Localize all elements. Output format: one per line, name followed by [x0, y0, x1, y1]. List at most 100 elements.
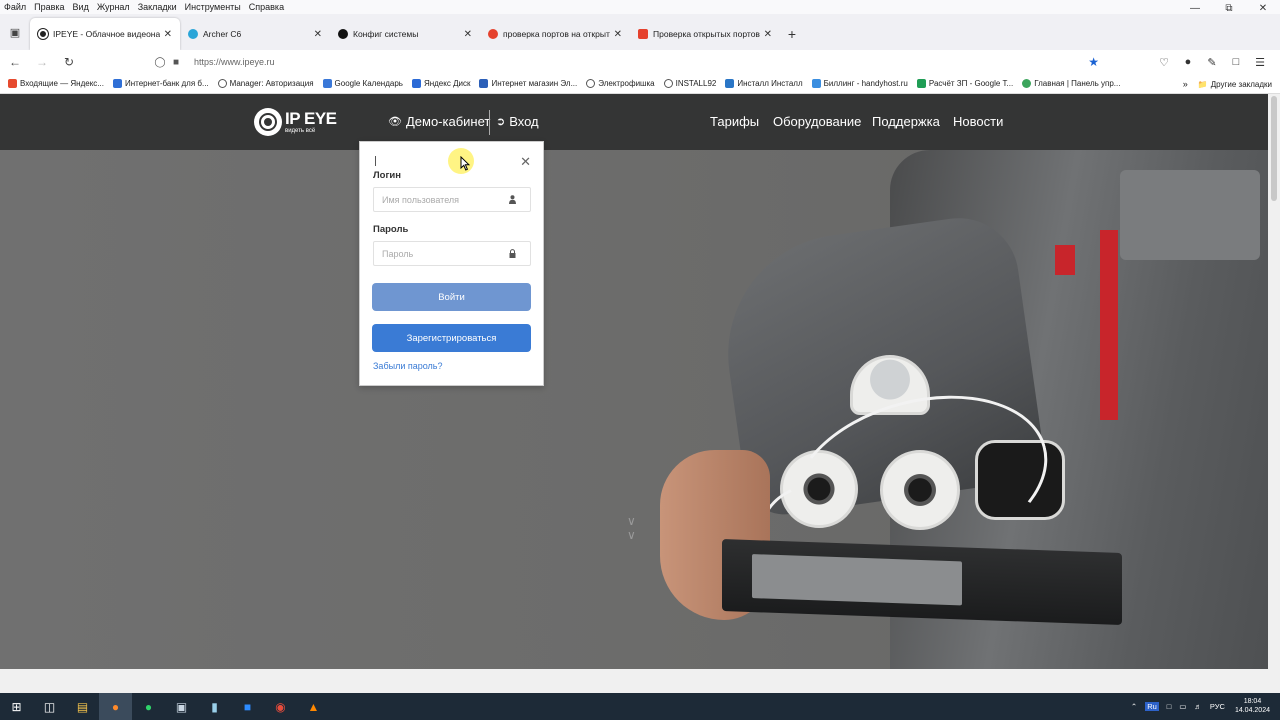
folder-icon: 📁	[1197, 79, 1208, 89]
nav-tariffs[interactable]: Тарифы	[710, 114, 759, 129]
menu-help[interactable]: Справка	[245, 2, 288, 12]
close-tab-icon[interactable]: ✕	[764, 29, 772, 40]
whatsapp-icon[interactable]: ●	[132, 693, 165, 720]
nav-support[interactable]: Поддержка	[872, 114, 940, 129]
shield-icon[interactable]: ◯	[152, 57, 168, 68]
tab-archer[interactable]: Archer C6 ✕	[180, 18, 330, 50]
bookmark-item[interactable]: Расчёт ЗП - Google Т...	[916, 79, 1013, 88]
hamburger-menu-icon[interactable]: ☰	[1248, 56, 1272, 69]
bookmark-item[interactable]: Инсталл Инсталл	[725, 79, 803, 88]
recorder-app-icon[interactable]: ◉	[264, 693, 297, 720]
address-bar[interactable]: ◯ ■ https://www.ipeye.ru ★	[152, 50, 1107, 74]
ipeye-logo[interactable]: IP EYE видеть всё	[254, 108, 337, 136]
close-tab-icon[interactable]: ✕	[314, 29, 322, 40]
text-caret	[375, 156, 376, 166]
tab-ipeye[interactable]: IPEYE - Облачное видеонабл ✕	[30, 18, 180, 50]
ru-language-icon[interactable]: Ru	[1145, 702, 1159, 711]
bookmark-item[interactable]: Интернет-банк для б...	[112, 79, 209, 88]
jacket-red-stripe	[1100, 230, 1118, 420]
menu-history[interactable]: Журнал	[93, 2, 134, 12]
pocket-icon[interactable]: ♡	[1152, 56, 1176, 69]
bookmark-item[interactable]: Электрофишка	[586, 79, 655, 88]
firefox-icon[interactable]: ●	[99, 693, 132, 720]
demo-cabinet-link[interactable]: 👁 Демо-кабинет	[388, 114, 490, 129]
new-tab-icon[interactable]: +	[780, 18, 804, 50]
bookmark-item[interactable]: Входящие — Яндекс...	[8, 79, 104, 88]
bookmark-item[interactable]: Биллинг - handyhost.ru	[811, 79, 908, 88]
navigation-bar: ← → ↻ ◯ ■ https://www.ipeye.ru ★ ♡ ● ✎ □…	[0, 50, 1280, 74]
login-popup: ✕ Логин Имя пользователя Пароль Пароль В…	[359, 141, 544, 386]
login-link[interactable]: ➲ Вход	[496, 114, 539, 129]
web-page: ∨ ∨ IP EYE видеть всё 👁 Демо-кабинет ➲ Вх…	[0, 94, 1268, 669]
task-view-icon[interactable]: ◫	[33, 693, 66, 720]
file-explorer-icon[interactable]: ▤	[66, 693, 99, 720]
tab-port-check[interactable]: Проверка открытых портов | ✕	[630, 18, 780, 50]
menu-file[interactable]: Файл	[0, 2, 30, 12]
lock-icon[interactable]: ■	[168, 57, 184, 68]
zoom-app-icon[interactable]: ■	[231, 693, 264, 720]
forgot-password-link[interactable]: Забыли пароль?	[373, 361, 442, 371]
nav-equipment[interactable]: Оборудование	[773, 114, 861, 129]
share-icon[interactable]: □	[1224, 56, 1248, 68]
tab-port-check-yandex[interactable]: проверка портов на открыто ✕	[480, 18, 630, 50]
close-tab-icon[interactable]: ✕	[164, 29, 172, 40]
close-tab-icon[interactable]: ✕	[464, 29, 472, 40]
page-bottom-strip	[0, 669, 1280, 693]
mail-icon	[8, 79, 17, 88]
toolbar-actions: ♡ ● ✎ □ ☰	[1152, 50, 1272, 74]
menu-view[interactable]: Вид	[69, 2, 93, 12]
windows-start-icon[interactable]: ⊞	[0, 693, 33, 720]
other-bookmarks[interactable]: Другие закладки	[1211, 80, 1272, 89]
menu-edit[interactable]: Правка	[30, 2, 68, 12]
clock-time: 18:04	[1243, 697, 1262, 705]
username-input[interactable]: Имя пользователя	[373, 187, 531, 212]
vlc-app-icon[interactable]: ▲	[297, 693, 330, 720]
scrollbar-thumb[interactable]	[1271, 96, 1277, 201]
close-tab-icon[interactable]: ✕	[614, 29, 622, 40]
bookmark-item[interactable]: INSTALL92	[663, 79, 716, 88]
password-input[interactable]: Пароль	[373, 241, 531, 266]
register-button[interactable]: Зарегистрироваться	[372, 324, 531, 352]
bookmarks-overflow-icon[interactable]: »	[1183, 79, 1188, 89]
dvr-recorder	[722, 539, 1122, 625]
tab-list-icon[interactable]: ▣	[0, 14, 30, 50]
language-indicator[interactable]: РУС	[1210, 702, 1225, 711]
submit-button[interactable]: Войти	[372, 283, 531, 311]
jacket-pocket	[1120, 170, 1260, 260]
forward-icon[interactable]: →	[30, 50, 54, 74]
scroll-down-icon[interactable]: ∨ ∨	[627, 514, 636, 542]
back-icon[interactable]: ←	[3, 50, 27, 74]
nav-news[interactable]: Новости	[953, 114, 1003, 129]
yandex-favicon-icon	[488, 29, 498, 39]
hero-image	[660, 150, 1268, 669]
menu-bookmarks[interactable]: Закладки	[134, 2, 181, 12]
account-icon[interactable]: ●	[1176, 56, 1200, 68]
bookmark-item[interactable]: Google Календарь	[322, 79, 403, 88]
close-popup-icon[interactable]: ✕	[520, 155, 531, 168]
tray-expand-icon[interactable]: ⌃	[1131, 702, 1137, 711]
jacket-red-tab	[1055, 245, 1075, 275]
tab-label: проверка портов на открыто	[503, 29, 610, 39]
network-icon[interactable]: ▭	[1179, 702, 1186, 711]
notes-app-icon[interactable]: ▮	[198, 693, 231, 720]
logo-text: IP EYE	[285, 109, 337, 128]
menu-tools[interactable]: Инструменты	[181, 2, 245, 12]
tray-app-icon[interactable]: □	[1167, 702, 1172, 711]
volume-icon[interactable]: ♬	[1194, 702, 1202, 711]
vk-icon	[725, 79, 735, 88]
network-app-icon[interactable]: ▣	[165, 693, 198, 720]
system-tray: ⌃ Ru □ ▭ ♬ РУС 18:04 14.04.2024	[1127, 693, 1280, 720]
bookmark-star-icon[interactable]: ★	[1088, 55, 1099, 69]
site-favicon-icon	[638, 29, 648, 39]
url-text[interactable]: https://www.ipeye.ru	[194, 57, 275, 67]
eye-icon: 👁	[388, 116, 402, 128]
bookmark-item[interactable]: Manager: Авторизация	[217, 79, 314, 88]
page-scrollbar[interactable]	[1268, 94, 1280, 669]
reload-icon[interactable]: ↻	[57, 50, 81, 74]
extensions-icon[interactable]: ✎	[1200, 56, 1224, 69]
clock[interactable]: 18:04 14.04.2024	[1235, 698, 1270, 716]
bookmark-item[interactable]: Главная | Панель упр...	[1022, 79, 1120, 88]
tab-config[interactable]: Конфиг системы ✕	[330, 18, 480, 50]
bookmark-item[interactable]: Яндекс Диск	[411, 79, 470, 88]
bookmark-item[interactable]: Интернет магазин Эл...	[479, 79, 577, 88]
